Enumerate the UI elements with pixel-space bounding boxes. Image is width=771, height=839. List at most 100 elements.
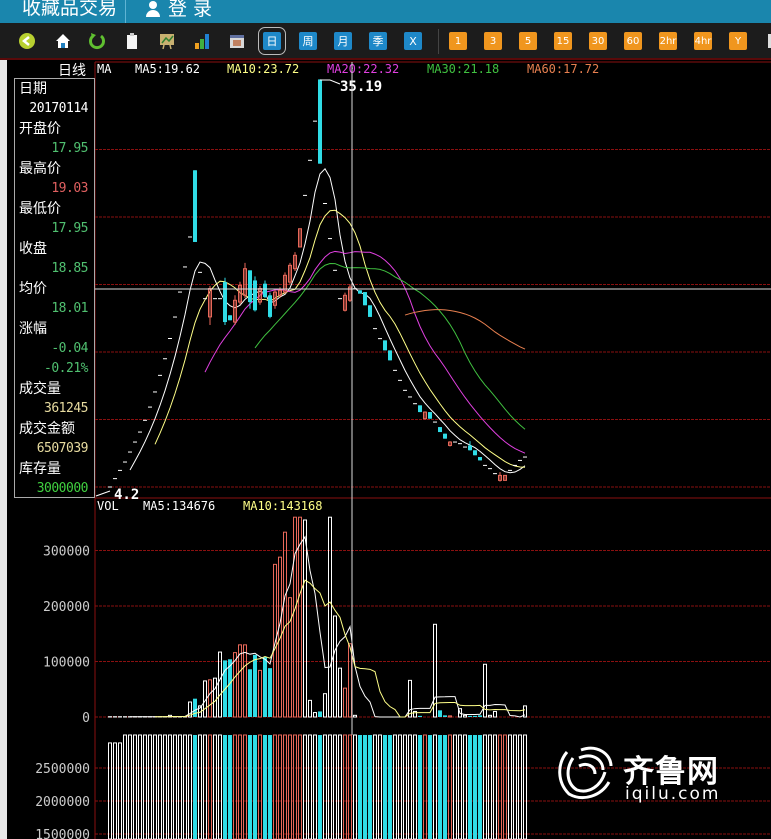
volume-bar <box>338 667 342 718</box>
candle-down <box>253 280 257 311</box>
inventory-bar <box>108 742 112 839</box>
inventory-bar <box>453 734 457 839</box>
inventory-bar <box>158 734 162 839</box>
inventory-bar <box>368 735 372 839</box>
min-marker-line <box>95 490 111 497</box>
inventory-bar <box>223 735 227 839</box>
volume-bar <box>348 643 352 718</box>
candle-down <box>443 433 447 439</box>
inventory-bar <box>163 734 167 839</box>
candle-down <box>478 457 482 461</box>
volume-tick-label: 300000 <box>43 545 90 560</box>
volume-bar <box>333 615 337 718</box>
inventory-bar <box>483 734 487 839</box>
inventory-bar <box>398 734 402 839</box>
ma5-legend: MA5:19.62 <box>135 62 200 76</box>
inventory-bar <box>188 734 192 839</box>
watermark-logo: 齐鲁网 iqilu.com <box>553 742 743 806</box>
close-label: 收盘 <box>19 241 47 257</box>
volume-tick-label: 200000 <box>43 600 90 615</box>
ma10-line <box>154 209 526 468</box>
quote-info-panel: 日期 20170114 开盘价 17.95 最高价 19.03 最低价 17.9… <box>14 78 95 498</box>
volume-tick-label: 100000 <box>43 656 90 671</box>
inventory-bar <box>233 734 237 839</box>
change-label: 涨幅 <box>19 321 47 337</box>
inventory-bar <box>113 742 117 839</box>
volume-bar <box>328 516 332 718</box>
inventory-tick-label: 1500000 <box>35 828 90 839</box>
inventory-bar <box>373 734 377 839</box>
candle-down <box>388 350 392 361</box>
ma20-legend: MA20:22.32 <box>327 62 399 76</box>
high-label: 最高价 <box>19 161 61 177</box>
inventory-bar <box>218 734 222 839</box>
volume-ma5-line <box>130 535 526 718</box>
inventory-label: 库存量 <box>19 461 61 477</box>
inventory-bar <box>328 734 332 839</box>
volume-bar <box>323 693 327 718</box>
low-label: 最低价 <box>19 201 61 217</box>
volume-bar <box>268 668 272 717</box>
candle-down <box>473 450 477 456</box>
inventory-bar <box>348 734 352 839</box>
vol-ma10-legend: MA10:143168 <box>243 499 322 513</box>
inventory-bar <box>428 735 432 839</box>
inventory-bar <box>213 734 217 839</box>
volume-bar <box>478 715 482 717</box>
inventory-bar <box>263 735 267 839</box>
change-pct-value: -0.21% <box>44 361 88 376</box>
candle-down <box>223 282 227 323</box>
inventory-bar <box>498 734 502 839</box>
inventory-bar <box>173 734 177 839</box>
inventory-bar <box>243 734 247 839</box>
inventory-bar <box>238 734 242 839</box>
inventory-bar <box>283 734 287 839</box>
ma30-legend: MA30:21.18 <box>427 62 499 76</box>
inventory-bar <box>183 734 187 839</box>
high-value: 19.03 <box>51 181 88 196</box>
volume-bar <box>288 597 292 718</box>
volume-bar <box>248 669 252 717</box>
inventory-bar <box>308 734 312 839</box>
low-value: 17.95 <box>51 221 88 236</box>
volume-bar <box>263 657 267 717</box>
volume-bar <box>313 712 317 718</box>
inventory-bar <box>518 734 522 839</box>
candle-down <box>368 305 372 317</box>
volume-bar <box>243 644 247 718</box>
amount-label: 成交金额 <box>19 421 75 437</box>
volume-bar <box>253 654 257 717</box>
inventory-value: 3000000 <box>36 481 89 496</box>
ma60-line <box>404 309 526 350</box>
inventory-bar <box>468 735 472 839</box>
candle-down <box>248 270 252 303</box>
gridlines <box>95 149 771 835</box>
volume-bar <box>493 710 497 718</box>
inventory-bar <box>268 735 272 839</box>
volume-bar <box>303 519 307 718</box>
ma10-legend: MA10:23.72 <box>227 62 299 76</box>
candle-down <box>268 295 272 317</box>
ma5-line <box>129 167 526 474</box>
volume-bar <box>468 715 472 717</box>
candle-down <box>318 79 322 164</box>
candle-down <box>363 292 367 306</box>
chart-canvas[interactable]: MA MA5:19.62 MA10:23.72 MA20:22.32 MA30:… <box>0 0 771 839</box>
ma60-legend: MA60:17.72 <box>527 62 599 76</box>
inventory-bar <box>318 735 322 839</box>
ma-legend-name: MA <box>97 62 112 76</box>
inventory-bar <box>298 734 302 839</box>
open-value: 17.95 <box>51 141 88 156</box>
inventory-bar <box>438 735 442 839</box>
inventory-bar <box>403 734 407 839</box>
chart-period-title: 日线 <box>58 63 86 79</box>
inventory-bar <box>143 734 147 839</box>
inventory-bar <box>128 734 132 839</box>
inventory-bar <box>253 735 257 839</box>
volume-bar <box>463 714 467 718</box>
volume-bar <box>293 516 297 718</box>
change-value: -0.04 <box>51 341 88 356</box>
inventory-bar <box>258 734 262 839</box>
max-price-label: 35.19 <box>340 79 382 95</box>
inventory-bar <box>488 734 492 839</box>
